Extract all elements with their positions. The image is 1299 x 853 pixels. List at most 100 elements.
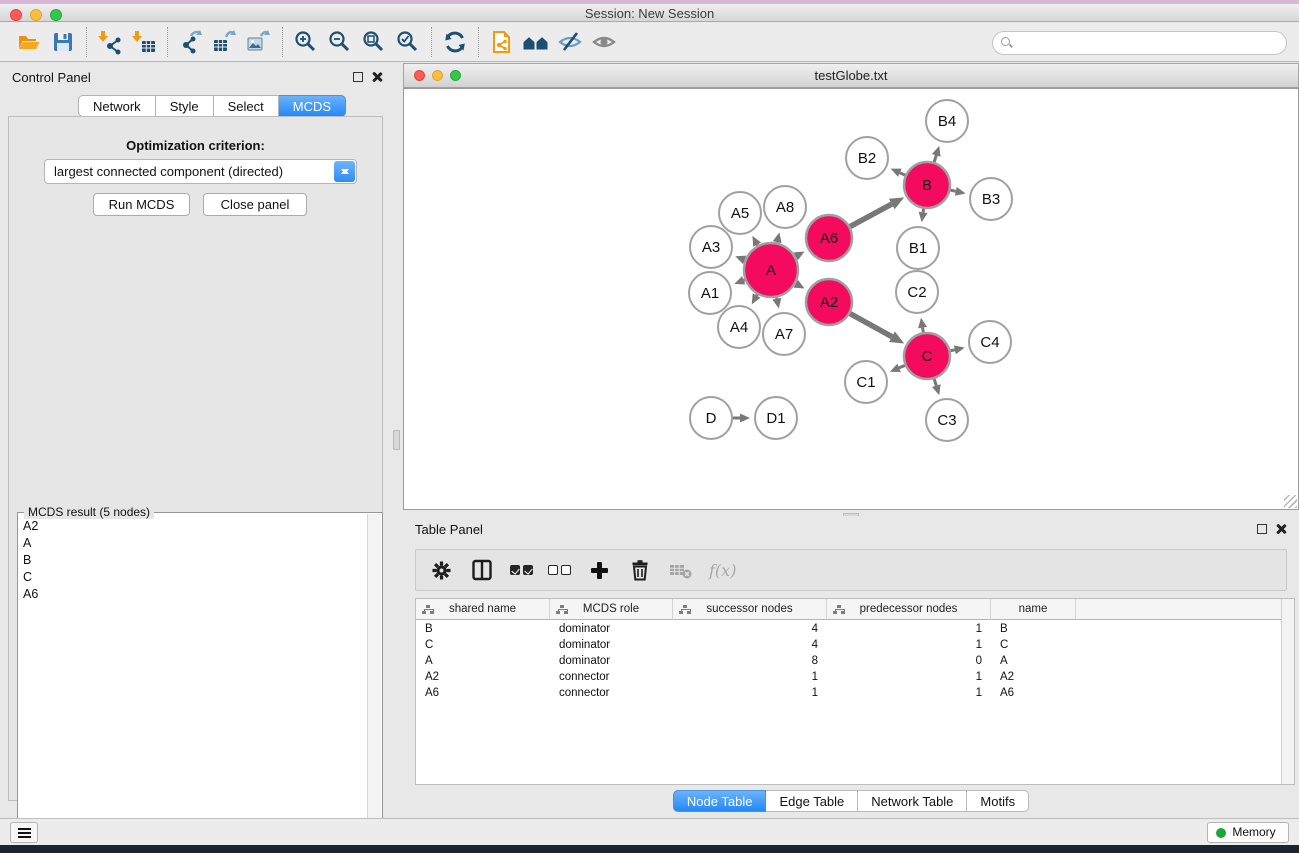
- table-cell[interactable]: C: [991, 638, 1076, 654]
- table-cell[interactable]: 1: [827, 686, 991, 702]
- select-all-columns-button[interactable]: [510, 565, 533, 575]
- graph-edge-B-B2[interactable]: [900, 173, 905, 175]
- tab-motifs[interactable]: Motifs: [967, 790, 1029, 812]
- table-cell[interactable]: 1: [827, 670, 991, 686]
- graph-edge-A6-B[interactable]: [850, 204, 892, 227]
- delete-column-button[interactable]: [627, 557, 653, 583]
- table-cell[interactable]: B: [991, 622, 1076, 638]
- table-cell[interactable]: 4: [673, 638, 827, 654]
- new-network-from-selection-button[interactable]: [485, 26, 519, 58]
- zoom-out-button[interactable]: [323, 26, 357, 58]
- table-cell[interactable]: B: [416, 622, 550, 638]
- table-cell[interactable]: A2: [416, 670, 550, 686]
- table-cell[interactable]: 4: [673, 622, 827, 638]
- mcds-result-scrollbar[interactable]: [367, 514, 381, 850]
- float-panel-icon[interactable]: [353, 72, 363, 82]
- memory-button[interactable]: Memory: [1207, 822, 1289, 843]
- column-header-successor-nodes[interactable]: successor nodes: [673, 599, 827, 620]
- mcds-result-item[interactable]: A6: [18, 585, 366, 602]
- tab-select[interactable]: Select: [214, 95, 279, 117]
- table-row-A6[interactable]: A6connector11A6: [416, 686, 1283, 702]
- table-cell[interactable]: 1: [827, 638, 991, 654]
- unselect-all-columns-button[interactable]: [548, 565, 571, 575]
- export-image-button[interactable]: [242, 26, 276, 58]
- table-float-panel-icon[interactable]: [1257, 524, 1267, 534]
- graph-edge-A2-C[interactable]: [850, 314, 892, 337]
- mcds-result-item[interactable]: A: [18, 534, 366, 551]
- table-cell[interactable]: A2: [991, 670, 1076, 686]
- zoom-selected-button[interactable]: [391, 26, 425, 58]
- table-cell[interactable]: C: [416, 638, 550, 654]
- graph-edge-C-C2[interactable]: [923, 328, 924, 333]
- table-row-A2[interactable]: A2connector11A2: [416, 670, 1283, 686]
- run-mcds-button[interactable]: Run MCDS: [93, 193, 190, 216]
- import-table-button[interactable]: [127, 26, 161, 58]
- close-panel-button[interactable]: Close panel: [203, 193, 307, 216]
- create-column-button[interactable]: [586, 557, 612, 583]
- function-builder-button[interactable]: f(x): [709, 561, 736, 580]
- table-cell[interactable]: 8: [673, 654, 827, 670]
- table-cell[interactable]: 0: [827, 654, 991, 670]
- export-table-button[interactable]: [208, 26, 242, 58]
- zoom-fit-button[interactable]: [357, 26, 391, 58]
- table-cell[interactable]: dominator: [550, 654, 673, 670]
- tab-network[interactable]: Network: [78, 95, 156, 117]
- optimization-criterion-dropdown[interactable]: largest connected component (directed): [44, 159, 357, 184]
- graph-edge-B-B3[interactable]: [950, 190, 955, 191]
- column-header-shared-name[interactable]: shared name: [416, 599, 550, 620]
- refresh-button[interactable]: [438, 26, 472, 58]
- delete-table-button-disabled[interactable]: [668, 557, 694, 583]
- graph-edge-C-C1[interactable]: [899, 365, 905, 367]
- table-row-B[interactable]: Bdominator41B: [416, 622, 1283, 638]
- search-icon: [1001, 37, 1010, 46]
- export-network-button[interactable]: [174, 26, 208, 58]
- show-all-button[interactable]: [587, 26, 621, 58]
- table-cell[interactable]: A6: [416, 686, 550, 702]
- column-type-icon: [679, 605, 691, 615]
- table-cell[interactable]: A6: [991, 686, 1076, 702]
- first-neighbors-button[interactable]: [519, 26, 553, 58]
- tab-node-table[interactable]: Node Table: [673, 790, 767, 812]
- mcds-result-item[interactable]: B: [18, 551, 366, 568]
- table-row-C[interactable]: Cdominator41C: [416, 638, 1283, 654]
- table-cell[interactable]: connector: [550, 670, 673, 686]
- window-resize-grip[interactable]: [1284, 495, 1297, 508]
- tab-edge-table[interactable]: Edge Table: [766, 790, 858, 812]
- column-header-MCDS-role[interactable]: MCDS role: [550, 599, 673, 620]
- mcds-result-item[interactable]: A2: [18, 517, 366, 534]
- graph-edge-C-C4[interactable]: [950, 350, 954, 351]
- tab-network-table[interactable]: Network Table: [858, 790, 967, 812]
- column-header-name[interactable]: name: [991, 599, 1076, 620]
- table-close-panel-icon[interactable]: [1275, 523, 1287, 535]
- close-panel-icon[interactable]: [371, 71, 383, 83]
- save-session-button[interactable]: [46, 26, 80, 58]
- column-header-predecessor-nodes[interactable]: predecessor nodes: [827, 599, 991, 620]
- show-column-button[interactable]: [469, 557, 495, 583]
- import-network-button[interactable]: [93, 26, 127, 58]
- table-cell[interactable]: dominator: [550, 622, 673, 638]
- table-row-A[interactable]: Adominator80A: [416, 654, 1283, 670]
- table-cell[interactable]: A: [991, 654, 1076, 670]
- vertical-splitter-grip[interactable]: [393, 430, 400, 450]
- table-cell[interactable]: 1: [673, 686, 827, 702]
- table-scrollbar[interactable]: [1281, 599, 1294, 784]
- table-settings-button[interactable]: [428, 557, 454, 583]
- mcds-result-item[interactable]: C: [18, 568, 366, 585]
- vertical-splitter[interactable]: [391, 62, 403, 814]
- search-input[interactable]: [992, 31, 1287, 55]
- graph-edge-B-B4[interactable]: [934, 155, 936, 162]
- table-cell[interactable]: dominator: [550, 638, 673, 654]
- table-cell[interactable]: 1: [827, 622, 991, 638]
- open-session-button[interactable]: [12, 26, 46, 58]
- graph-edge-B-B1[interactable]: [923, 209, 924, 213]
- table-cell[interactable]: 1: [673, 670, 827, 686]
- network-canvas[interactable]: B4B2BB3A5A8A6B1A3AA1C2A2A4A7C4CC1C3DD1: [403, 88, 1299, 510]
- table-cell[interactable]: A: [416, 654, 550, 670]
- hide-selected-button[interactable]: [553, 26, 587, 58]
- graph-edge-C-C3[interactable]: [934, 379, 936, 386]
- zoom-in-button[interactable]: [289, 26, 323, 58]
- task-history-button[interactable]: [10, 822, 38, 843]
- tab-mcds[interactable]: MCDS: [279, 95, 346, 117]
- tab-style[interactable]: Style: [156, 95, 214, 117]
- table-cell[interactable]: connector: [550, 686, 673, 702]
